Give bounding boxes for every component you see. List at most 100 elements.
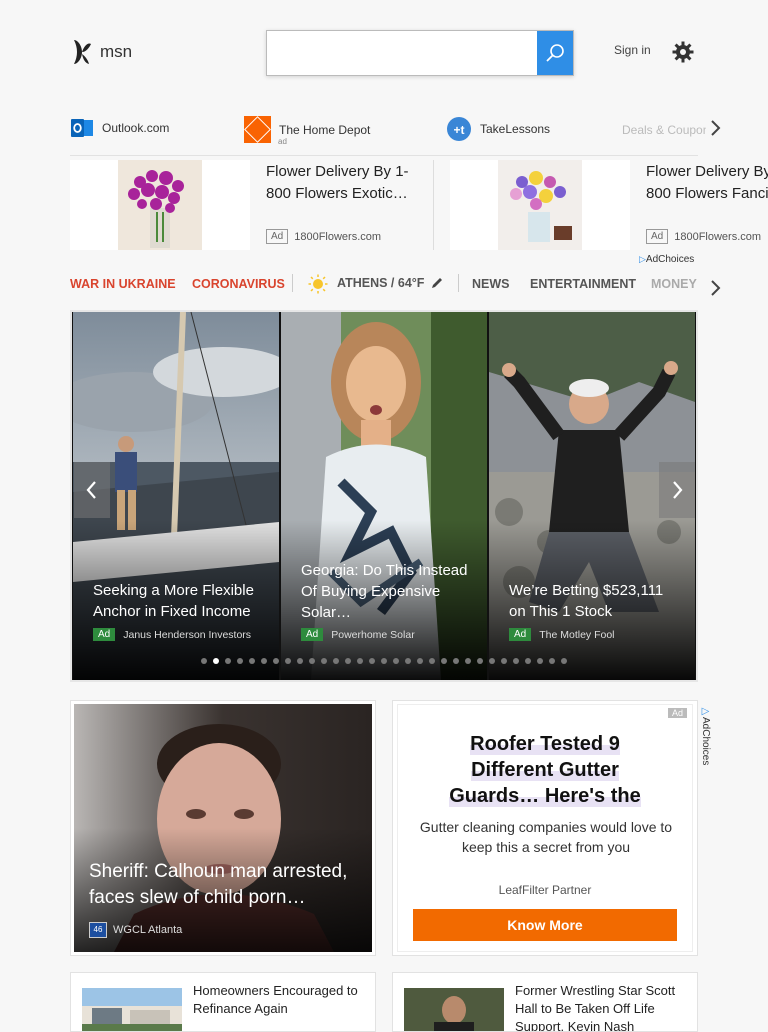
ad-image-flowers-1[interactable] [70, 160, 250, 250]
divider [458, 274, 459, 292]
carousel-dot[interactable] [333, 658, 339, 664]
outlook-icon [71, 119, 93, 137]
gutter-ad-title-line: Guards… Here's the [449, 785, 641, 807]
news-card[interactable]: Former Wrestling Star Scott Hall to Be T… [392, 972, 698, 1032]
ad-title-text: Flower Delivery By 1-800 Flowers Fanci… [646, 163, 768, 202]
carousel-slide[interactable]: Georgia: Do This Instead Of Buying Expen… [281, 312, 487, 680]
carousel-dot[interactable] [501, 658, 507, 664]
quick-link-label: Outlook.com [102, 121, 170, 135]
home-depot-icon [244, 116, 271, 143]
msn-logo[interactable]: msn [70, 38, 132, 66]
carousel-dot[interactable] [285, 658, 291, 664]
ad-title[interactable]: Flower Delivery By 1-800 Flowers Fanci… [646, 161, 768, 205]
story-title: Sheriff: Calhoun man arrested, faces sle… [89, 861, 348, 908]
pencil-icon [432, 278, 442, 288]
nav-money[interactable]: MONEY [651, 277, 697, 291]
carousel-dot[interactable] [357, 658, 363, 664]
settings-button[interactable] [671, 40, 695, 69]
slide-source: Ad Janus Henderson Investors [93, 628, 251, 641]
story-source: 46 WGCL Atlanta [89, 922, 182, 938]
carousel-dot[interactable] [261, 658, 267, 664]
ad-source-name: 1800Flowers.com [674, 230, 762, 243]
carousel-dot[interactable] [405, 658, 411, 664]
carousel-dot[interactable] [549, 658, 555, 664]
nav-entertainment[interactable]: ENTERTAINMENT [530, 277, 636, 291]
nav-coronavirus[interactable]: CORONAVIRUS [192, 277, 285, 291]
carousel-dot[interactable] [489, 658, 495, 664]
carousel-dot[interactable] [513, 658, 519, 664]
takelessons-icon: +t [447, 117, 471, 141]
slide-title: We’re Betting $523,111 on This 1 Stock [509, 582, 664, 620]
carousel-dot[interactable] [213, 658, 219, 664]
carousel-dot[interactable] [345, 658, 351, 664]
nav-next-button[interactable] [706, 278, 724, 303]
card-title: Homeowners Encouraged to Refinance Again [193, 983, 358, 1016]
carousel-dot[interactable] [441, 658, 447, 664]
ad-badge: Ad [667, 708, 687, 718]
quick-link-takelessons[interactable]: +t TakeLessons [446, 116, 550, 142]
nav-weather[interactable]: ATHENS / 64°F [337, 276, 424, 290]
slide-source-name: Janus Henderson Investors [123, 628, 252, 641]
adchoices-icon: ▷ [639, 254, 646, 264]
carousel-dot[interactable] [393, 658, 399, 664]
nav-war-in-ukraine[interactable]: WAR IN UKRAINE [70, 277, 176, 291]
carousel-dot[interactable] [309, 658, 315, 664]
adchoices-link[interactable]: ▷AdChoices [639, 254, 694, 265]
carousel-prev-button[interactable] [74, 462, 110, 518]
ad-badge: Ad [509, 628, 532, 641]
carousel-dot[interactable] [429, 658, 435, 664]
ad-title[interactable]: Flower Delivery By 1-800 Flowers Exotic… [266, 161, 426, 205]
carousel-dot[interactable] [297, 658, 303, 664]
carousel-dot[interactable] [381, 658, 387, 664]
card-title: Former Wrestling Star Scott Hall to Be T… [515, 983, 676, 1032]
carousel-dot[interactable] [525, 658, 531, 664]
quick-link-label: The Home Depot [279, 122, 371, 137]
search-icon [546, 44, 564, 62]
carousel-next-button[interactable] [659, 462, 695, 518]
carousel-dot[interactable] [225, 658, 231, 664]
slide-source: Ad Powerhome Solar [301, 628, 415, 641]
quick-link-outlook[interactable]: Outlook.com [70, 116, 169, 140]
ad-image-flowers-2[interactable] [450, 160, 630, 250]
divider [433, 160, 434, 250]
carousel-dot[interactable] [537, 658, 543, 664]
chevron-right-icon [711, 280, 721, 296]
adchoices-link[interactable]: ▷AdChoices [700, 706, 711, 765]
carousel-dot[interactable] [477, 658, 483, 664]
search-box [266, 30, 574, 76]
ad-source: Ad 1800Flowers.com [266, 229, 381, 244]
quick-link-home-depot[interactable]: The Home Depot ad [244, 116, 371, 146]
carousel-dot[interactable] [465, 658, 471, 664]
slide-title: Seeking a More Flexible Anchor in Fixed … [93, 582, 254, 620]
gutter-ad-title-line: Different Gutter [471, 759, 619, 781]
quick-link-label: Deals & Coupons [622, 123, 706, 137]
divider [292, 274, 293, 292]
carousel-dot[interactable] [369, 658, 375, 664]
adchoices-label: AdChoices [700, 717, 711, 766]
gutter-ad-card[interactable]: Ad Roofer Tested 9 Different Gutter Guar… [392, 700, 698, 956]
carousel-dot[interactable] [321, 658, 327, 664]
carousel-dot[interactable] [273, 658, 279, 664]
news-card[interactable]: Homeowners Encouraged to Refinance Again [70, 972, 376, 1032]
nav-news[interactable]: NEWS [472, 277, 510, 291]
carousel-dot[interactable] [249, 658, 255, 664]
story-source-name: WGCL Atlanta [113, 924, 183, 936]
carousel-dot[interactable] [237, 658, 243, 664]
carousel-dot[interactable] [453, 658, 459, 664]
know-more-button[interactable]: Know More [413, 909, 677, 941]
ad-source-name: 1800Flowers.com [294, 230, 382, 243]
story-card[interactable]: Sheriff: Calhoun man arrested, faces sle… [70, 700, 376, 956]
carousel-dot[interactable] [201, 658, 207, 664]
carousel-dot[interactable] [417, 658, 423, 664]
adchoices-label: AdChoices [645, 254, 695, 265]
quick-link-ad-tag: ad [278, 137, 287, 146]
carousel-dot[interactable] [561, 658, 567, 664]
search-input[interactable] [267, 31, 537, 75]
quick-links-next-button[interactable] [706, 118, 724, 143]
edit-weather-button[interactable] [430, 276, 444, 295]
slide-title: Georgia: Do This Instead Of Buying Expen… [301, 562, 468, 621]
carousel: Seeking a More Flexible Anchor in Fixed … [70, 310, 698, 682]
search-button[interactable] [537, 31, 573, 75]
quick-link-deals[interactable]: Deals & Coupons [614, 116, 706, 144]
sign-in-link[interactable]: Sign in [614, 43, 651, 57]
